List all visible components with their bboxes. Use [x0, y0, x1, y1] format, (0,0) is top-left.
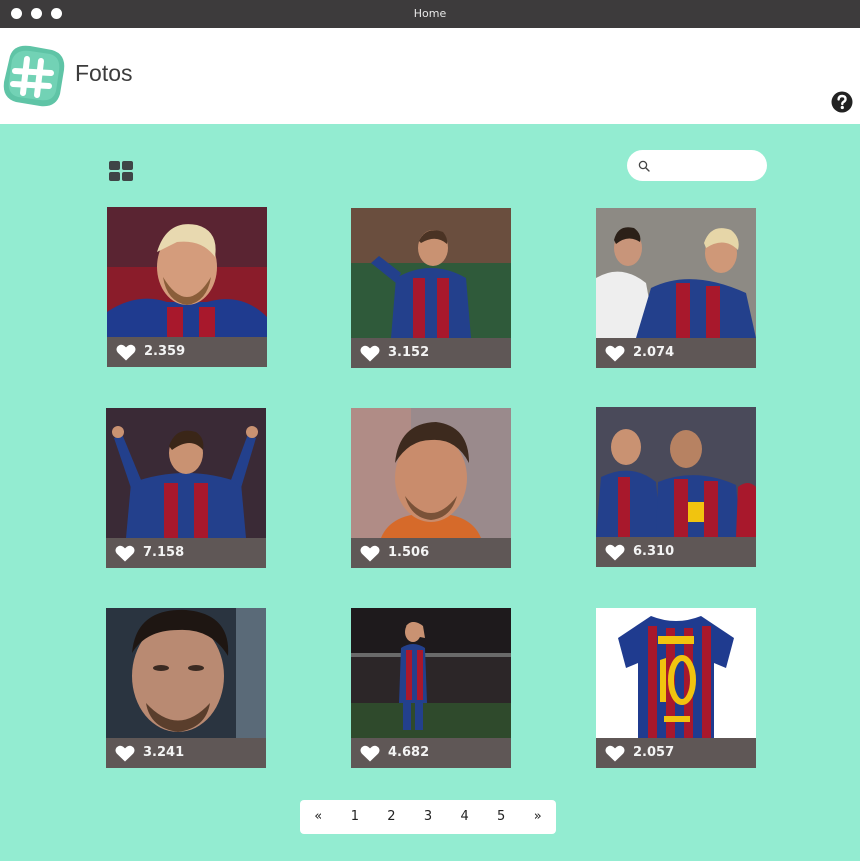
pagination-page-2[interactable]: 2: [373, 800, 410, 834]
heart-icon[interactable]: [360, 545, 380, 562]
like-count: 6.310: [633, 544, 675, 559]
pagination-page-4[interactable]: 4: [446, 800, 483, 834]
like-count: 2.359: [144, 344, 186, 359]
photo-5[interactable]: [351, 408, 511, 538]
window-titlebar: Home: [0, 0, 860, 28]
like-count: 3.241: [143, 745, 185, 760]
photo-8[interactable]: [351, 608, 511, 738]
like-bar: 2.057: [596, 738, 756, 768]
hashtag-icon[interactable]: [0, 42, 66, 110]
like-count: 1.506: [388, 545, 430, 560]
like-count: 2.057: [633, 745, 675, 760]
photo-6[interactable]: [596, 407, 756, 537]
like-bar: 1.506: [351, 538, 511, 568]
search-icon: [638, 160, 650, 172]
search-input[interactable]: [655, 154, 763, 179]
photo-card-5[interactable]: 1.506: [351, 408, 511, 568]
photo-3[interactable]: [596, 208, 756, 338]
photo-card-1[interactable]: 2.359: [107, 207, 267, 367]
like-bar: 2.359: [107, 337, 267, 367]
like-bar: 4.682: [351, 738, 511, 768]
photo-2[interactable]: [351, 208, 511, 338]
like-bar: 7.158: [106, 538, 266, 568]
photo-card-2[interactable]: 3.152: [351, 208, 511, 368]
photo-card-9[interactable]: 2.057: [596, 608, 756, 768]
like-bar: 6.310: [596, 537, 756, 567]
heart-icon[interactable]: [115, 745, 135, 762]
pagination-next-button[interactable]: »: [519, 800, 556, 834]
photo-4[interactable]: [106, 408, 266, 538]
pagination-page-3[interactable]: 3: [410, 800, 447, 834]
heart-icon[interactable]: [605, 745, 625, 762]
photo-card-7[interactable]: 3.241: [106, 608, 266, 768]
photo-card-6[interactable]: 6.310: [596, 407, 756, 567]
question-circle-icon[interactable]: [831, 91, 853, 113]
like-count: 4.682: [388, 745, 430, 760]
like-count: 2.074: [633, 345, 675, 360]
like-bar: 3.152: [351, 338, 511, 368]
pagination: « 1 2 3 4 5 »: [300, 800, 556, 834]
page-title: Fotos: [75, 60, 133, 86]
like-count: 7.158: [143, 545, 185, 560]
photo-7[interactable]: [106, 608, 266, 738]
like-count: 3.152: [388, 345, 430, 360]
photo-9[interactable]: [596, 608, 756, 738]
like-bar: 2.074: [596, 338, 756, 368]
photo-1[interactable]: [107, 207, 267, 337]
pagination-prev-button[interactable]: «: [300, 800, 337, 834]
grid-view-icon[interactable]: [109, 161, 134, 182]
heart-icon[interactable]: [605, 544, 625, 561]
photo-card-8[interactable]: 4.682: [351, 608, 511, 768]
pagination-page-1[interactable]: 1: [337, 800, 374, 834]
heart-icon[interactable]: [605, 345, 625, 362]
app-header: Fotos: [0, 28, 860, 124]
heart-icon[interactable]: [360, 345, 380, 362]
heart-icon[interactable]: [116, 344, 136, 361]
photo-card-4[interactable]: 7.158: [106, 408, 266, 568]
pagination-page-5[interactable]: 5: [483, 800, 520, 834]
heart-icon[interactable]: [360, 745, 380, 762]
photo-card-3[interactable]: 2.074: [596, 208, 756, 368]
heart-icon[interactable]: [115, 545, 135, 562]
search-box: [627, 150, 767, 181]
window-title: Home: [413, 7, 447, 20]
like-bar: 3.241: [106, 738, 266, 768]
